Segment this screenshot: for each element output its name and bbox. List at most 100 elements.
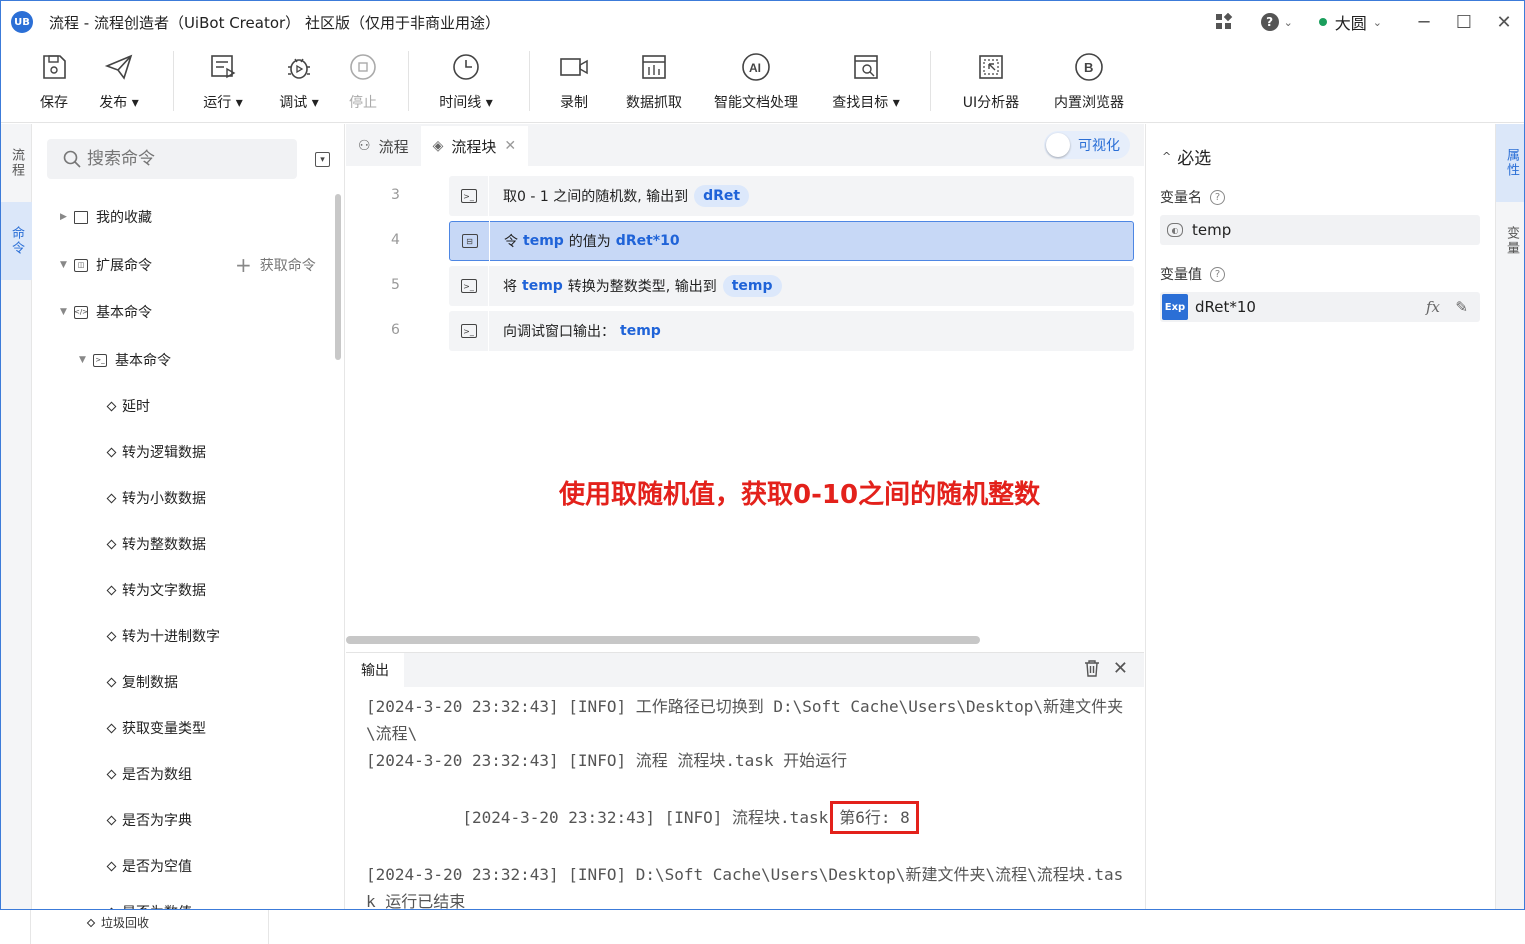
close-icon[interactable]: ✕ — [1113, 658, 1128, 679]
caret-down-icon: ▼ — [79, 355, 86, 365]
code-block-selected[interactable]: ⊟ 令 temp 的值为 dRet*10 — [449, 221, 1134, 261]
code-block[interactable]: >_ 取0 - 1 之间的随机数, 输出到 dRet — [449, 176, 1134, 216]
output-tab[interactable]: 输出 — [346, 653, 404, 687]
tree-label: 基本命令 — [96, 305, 152, 321]
tab-commands[interactable]: 命令 — [1, 202, 32, 280]
code-row[interactable]: 4 ⊟ 令 temp 的值为 dRet*10 — [346, 221, 1144, 261]
editor-horizontal-scrollbar[interactable] — [346, 636, 980, 644]
close-button[interactable]: ✕ — [1484, 1, 1524, 43]
user-menu[interactable]: 大圆 ⌄ — [1318, 11, 1382, 33]
tree-leaf[interactable]: 复制数据 — [106, 669, 178, 695]
publish-button[interactable]: 发布 ▾ — [88, 43, 150, 123]
toggle-knob — [1046, 133, 1070, 157]
label-text: 变量名 — [1160, 190, 1202, 206]
ai-doc-button[interactable]: AI 智能文档处理 — [710, 43, 802, 123]
tab-variables[interactable]: 变量 — [1496, 202, 1524, 280]
divider — [268, 910, 269, 944]
code-block[interactable]: >_ 将 temp 转换为整数类型, 输出到 temp — [449, 266, 1134, 306]
help-icon[interactable]: ? — [1210, 266, 1225, 282]
tab-flow-editor[interactable]: ⚇ 流程 — [346, 126, 421, 166]
tree-leaf[interactable]: 获取变量类型 — [106, 715, 206, 741]
code-block[interactable]: >_ 向调试窗口输出： temp — [449, 311, 1134, 351]
var-name-field[interactable]: ◐ temp — [1160, 215, 1480, 245]
background-window-strip: 垃圾回收 — [0, 910, 1525, 944]
tab-flow-block[interactable]: ◈ 流程块 ✕ — [420, 126, 529, 166]
variable-pill[interactable]: dRet — [694, 185, 750, 207]
tree-leaf[interactable]: 延时 — [106, 393, 150, 419]
tree-leaf[interactable]: 转为十进制数字 — [106, 623, 220, 649]
ui-analyzer-button[interactable]: UI分析器 — [959, 43, 1023, 123]
save-button[interactable]: 保存 — [28, 43, 80, 123]
run-button[interactable]: 运行 ▾ — [192, 43, 254, 123]
log-fragment: [2024-3-20 23:32:43] [INFO] 流程块.task — [462, 808, 829, 827]
help-menu[interactable]: ? ⌄ — [1257, 11, 1297, 33]
tree-leaf[interactable]: 转为文字数据 — [106, 577, 206, 603]
tab-properties[interactable]: 属性 — [1496, 124, 1524, 202]
maximize-button[interactable]: ☐ — [1444, 1, 1484, 43]
required-section-header[interactable]: ^ 必选 — [1162, 144, 1211, 169]
run-label: 运行 ▾ — [203, 95, 243, 111]
code-row[interactable]: 5 >_ 将 temp 转换为整数类型, 输出到 temp — [346, 266, 1144, 306]
get-commands-button[interactable]: + 获取命令 — [235, 252, 316, 278]
close-icon[interactable]: ✕ — [504, 138, 516, 154]
online-status-dot — [1318, 18, 1327, 26]
line-number: 6 — [391, 322, 400, 338]
tree-node-favorites[interactable]: ▶ 我的收藏 — [60, 204, 152, 230]
collapse-all-icon[interactable]: ▾ — [315, 152, 330, 167]
find-target-label: 查找目标 ▾ — [832, 95, 900, 111]
code-row[interactable]: 3 >_ 取0 - 1 之间的随机数, 输出到 dRet — [346, 176, 1144, 216]
command-search[interactable] — [47, 139, 297, 179]
variable-keyword: temp — [523, 233, 564, 249]
ai-doc-label: 智能文档处理 — [714, 95, 798, 111]
trash-recycle-item: 垃圾回收 — [86, 914, 149, 931]
var-value-field[interactable]: Exp dRet*10 fx ✎ — [1160, 292, 1480, 322]
visual-mode-toggle[interactable]: 可视化 — [1044, 131, 1130, 159]
search-input[interactable] — [87, 149, 277, 169]
ui-analyzer-label: UI分析器 — [962, 95, 1020, 111]
tree-leaf[interactable]: 是否为字典 — [106, 807, 192, 833]
record-button[interactable]: 录制 — [548, 43, 600, 123]
tree-leaf[interactable]: 是否为数值 — [106, 899, 192, 909]
tree-node-basic-sub[interactable]: ▼ >_ 基本命令 — [79, 347, 171, 373]
trash-icon[interactable] — [1084, 659, 1100, 681]
tree-node-extensions[interactable]: ▼ ◫ 扩展命令 — [60, 252, 152, 278]
code-fragment: 转换为整数类型, 输出到 — [567, 279, 717, 295]
app-logo: UB — [11, 11, 33, 33]
minimize-button[interactable]: ─ — [1404, 1, 1444, 43]
output-log: [2024-3-20 23:32:43] [INFO] 工作路径已切换到 D:\… — [366, 693, 1126, 909]
caret-right-icon: ▶ — [60, 212, 67, 222]
tree-leaf[interactable]: 是否为数组 — [106, 761, 192, 787]
tree-leaf[interactable]: 转为逻辑数据 — [106, 439, 206, 465]
toolbar-divider — [408, 51, 409, 111]
timeline-button[interactable]: 时间线 ▾ — [429, 43, 503, 123]
var-name-value: temp — [1192, 221, 1232, 239]
command-scrollbar[interactable] — [335, 194, 341, 360]
code-row[interactable]: 6 >_ 向调试窗口输出： temp — [346, 311, 1144, 351]
terminal-icon: >_ — [449, 176, 489, 216]
code-icon: </> — [74, 305, 88, 319]
tree-node-basic[interactable]: ▼ </> 基本命令 — [60, 299, 152, 325]
record-label: 录制 — [560, 95, 588, 111]
tree-leaf[interactable]: 是否为空值 — [106, 853, 192, 879]
data-scrape-button[interactable]: 数据抓取 — [622, 43, 686, 123]
variable-pill[interactable]: temp — [722, 275, 782, 297]
record-icon — [558, 51, 590, 83]
help-icon[interactable]: ? — [1210, 189, 1225, 205]
tree-leaf[interactable]: 转为整数数据 — [106, 531, 206, 557]
find-target-button[interactable]: 查找目标 ▾ — [827, 43, 905, 123]
title-bar-controls: ? ⌄ 大圆 ⌄ ─ ☐ ✕ — [1213, 1, 1524, 43]
tree-label: 基本命令 — [115, 353, 171, 369]
stop-button[interactable]: 停止 — [338, 43, 388, 123]
debug-button[interactable]: 调试 ▾ — [268, 43, 330, 123]
tree-leaf[interactable]: 转为小数数据 — [106, 485, 206, 511]
stop-icon — [347, 51, 379, 83]
builtin-browser-button[interactable]: B 内置浏览器 — [1049, 43, 1129, 123]
edit-icon[interactable]: ✎ — [1455, 298, 1468, 316]
apps-grid-icon[interactable] — [1213, 11, 1235, 33]
red-annotation-text: 使用取随机值，获取0-10之间的随机整数 — [559, 480, 1041, 510]
tab-flow[interactable]: 流程 — [1, 124, 32, 202]
variable-icon: ◐ — [1167, 223, 1183, 237]
tree-label: 转为整数数据 — [122, 537, 206, 553]
fx-icon[interactable]: fx — [1426, 298, 1440, 316]
toolbar-divider — [173, 51, 174, 111]
